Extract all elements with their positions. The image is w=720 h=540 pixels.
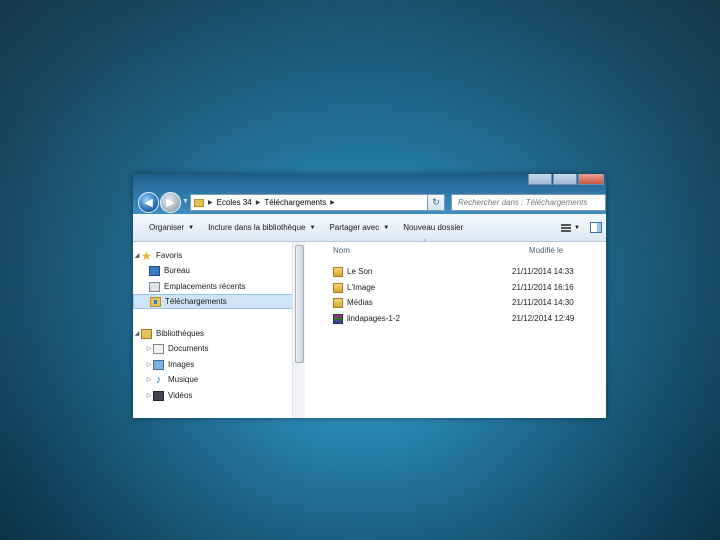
file-date: 21/11/2014 16:16 <box>512 283 574 292</box>
chevron-right-icon[interactable]: ▶ <box>208 199 213 206</box>
nav-videos[interactable]: ▷ Vidéos <box>133 388 305 403</box>
arrow-left-icon: ◀ <box>144 197 153 209</box>
share-label: Partager avec <box>329 223 380 232</box>
libraries-icon <box>141 328 152 339</box>
chevron-right-icon[interactable]: ▶ <box>330 199 335 206</box>
recent-places-icon <box>149 281 160 292</box>
nav-scrollbar[interactable] <box>292 242 305 418</box>
file-name: lindapages-1-2 <box>347 314 400 323</box>
explorer-window: ◀ ▶ ▼ ▶ Ecoles 34 ▶ Téléchargements ▶ ▼ … <box>133 174 606 418</box>
nav-images[interactable]: ▷ Images <box>133 357 305 372</box>
column-header-name[interactable]: Nom <box>333 246 350 255</box>
file-row[interactable]: lindapages-1-2 21/12/2014 12:49 <box>333 311 606 326</box>
folder-icon <box>333 282 343 293</box>
file-list: Nom ˄ Modifié le Le Son 21/11/2014 14:33… <box>318 239 606 418</box>
arrow-right-icon: ▶ <box>166 197 175 209</box>
nav-music[interactable]: ▷ ♪ Musique <box>133 372 305 387</box>
folder-icon <box>333 266 343 277</box>
view-controls: ▼ <box>561 222 602 233</box>
breadcrumb-downloads[interactable]: Téléchargements <box>264 198 326 207</box>
collapse-icon[interactable]: ◢ <box>133 330 141 337</box>
nav-desktop-label: Bureau <box>164 266 190 275</box>
nav-scrollbar-thumb[interactable] <box>295 245 304 363</box>
minimize-button[interactable] <box>528 174 552 185</box>
file-date: 21/12/2014 12:49 <box>512 314 575 323</box>
view-icon[interactable] <box>561 223 572 232</box>
nav-music-label: Musique <box>168 375 199 384</box>
folder-icon <box>333 297 343 308</box>
column-header-modified[interactable]: Modifié le <box>529 246 563 255</box>
new-folder-button[interactable]: Nouveau dossier <box>403 223 463 232</box>
file-row[interactable]: Le Son 21/11/2014 14:33 <box>333 264 606 279</box>
recent-pages-dropdown[interactable]: ▼ <box>182 198 189 205</box>
nav-recent-label: Emplacements récents <box>164 282 246 291</box>
nav-desktop[interactable]: Bureau <box>133 263 309 278</box>
nav-documents-label: Documents <box>168 344 209 353</box>
view-dropdown-icon[interactable]: ▼ <box>574 225 580 231</box>
search-input[interactable] <box>456 197 605 208</box>
nav-libraries-label: Bibliothèques <box>156 329 205 338</box>
nav-recent-places[interactable]: Emplacements récents <box>133 279 309 294</box>
organize-label: Organiser <box>149 223 185 232</box>
chevron-down-icon: ▼ <box>383 224 390 231</box>
file-name: Médias <box>347 298 373 307</box>
breadcrumb-ecoles[interactable]: Ecoles 34 <box>217 198 252 207</box>
share-button[interactable]: Partager avec ▼ <box>329 223 389 232</box>
file-row[interactable]: Médias 21/11/2014 14:30 <box>333 295 606 310</box>
nav-downloads[interactable]: Téléchargements <box>133 294 293 309</box>
file-name: L'Image <box>347 283 376 292</box>
include-library-label: Inclure dans la bibliothèque <box>208 223 306 232</box>
chevron-down-icon: ▼ <box>309 224 316 231</box>
desktop-icon <box>149 265 160 276</box>
file-date: 21/11/2014 14:30 <box>512 298 574 307</box>
nav-videos-label: Vidéos <box>168 391 193 400</box>
sort-arrow-icon: ˄ <box>423 239 427 245</box>
chevron-down-icon: ▼ <box>188 224 195 231</box>
refresh-icon: ↻ <box>432 197 440 207</box>
video-icon <box>153 390 164 401</box>
collapse-icon[interactable]: ◢ <box>133 252 141 259</box>
back-button[interactable]: ◀ <box>138 192 159 213</box>
navigation-pane: ◢ ★ Favoris Bureau Emplacements récents … <box>133 242 305 418</box>
nav-favorites-label: Favoris <box>156 251 183 260</box>
preview-pane-icon[interactable] <box>590 222 602 233</box>
search-box[interactable] <box>451 194 606 211</box>
documents-icon <box>153 343 164 354</box>
new-folder-label: Nouveau dossier <box>403 223 464 232</box>
folder-icon <box>194 198 204 207</box>
file-row[interactable]: L'Image 21/11/2014 16:16 <box>333 280 606 295</box>
maximize-button[interactable] <box>553 174 577 185</box>
star-icon: ★ <box>141 248 152 263</box>
organize-button[interactable]: Organiser ▼ <box>149 223 194 232</box>
expand-icon[interactable]: ▷ <box>145 392 153 399</box>
address-bar[interactable]: ▶ Ecoles 34 ▶ Téléchargements ▶ ▼ <box>190 194 445 211</box>
title-bar: ◀ ▶ ▼ ▶ Ecoles 34 ▶ Téléchargements ▶ ▼ … <box>133 174 606 214</box>
images-icon <box>153 359 164 370</box>
command-bar: Organiser ▼ Inclure dans la bibliothèque ▼… <box>133 214 606 242</box>
forward-button[interactable]: ▶ <box>160 192 181 213</box>
file-date: 21/11/2014 14:33 <box>512 267 574 276</box>
nav-documents[interactable]: ▷ Documents <box>133 341 305 356</box>
music-note-icon: ♪ <box>155 373 162 386</box>
expand-icon[interactable]: ▷ <box>145 345 153 352</box>
chevron-right-icon[interactable]: ▶ <box>256 199 261 206</box>
close-button[interactable] <box>578 174 604 185</box>
nav-libraries[interactable]: ◢ Bibliothèques <box>133 326 293 341</box>
file-name: Le Son <box>347 267 373 276</box>
window-controls <box>527 174 604 185</box>
nav-images-label: Images <box>168 360 195 369</box>
archive-icon <box>333 313 343 324</box>
expand-icon[interactable]: ▷ <box>145 376 153 383</box>
nav-favorites[interactable]: ◢ ★ Favoris <box>133 248 293 263</box>
include-library-button[interactable]: Inclure dans la bibliothèque ▼ <box>208 223 315 232</box>
nav-downloads-label: Téléchargements <box>165 297 227 306</box>
expand-icon[interactable]: ▷ <box>145 361 153 368</box>
downloads-folder-icon <box>150 296 161 307</box>
refresh-button[interactable]: ↻ <box>427 194 445 211</box>
